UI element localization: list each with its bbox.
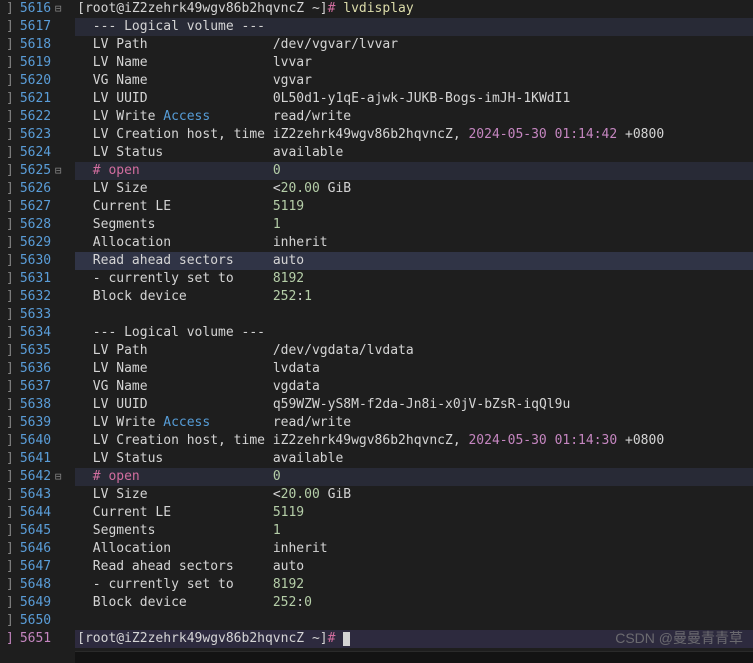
- terminal-line: LV Path /dev/vgdata/lvdata: [75, 342, 753, 360]
- terminal-line: LV Path /dev/vgvar/lvvar: [75, 36, 753, 54]
- line-number[interactable]: ] 5636: [0, 360, 71, 378]
- terminal-line: VG Name vgvar: [75, 72, 753, 90]
- line-number[interactable]: ] 5640: [0, 432, 71, 450]
- line-number[interactable]: ] 5631: [0, 270, 71, 288]
- terminal-line: Allocation inherit: [75, 234, 753, 252]
- line-number[interactable]: ] 5618: [0, 36, 71, 54]
- line-number[interactable]: ] 5630: [0, 252, 71, 270]
- line-number[interactable]: ] 5632: [0, 288, 71, 306]
- line-number[interactable]: ] 5639: [0, 414, 71, 432]
- terminal-line: LV Write Access read/write: [75, 108, 753, 126]
- terminal-line: LV UUID q59WZW-yS8M-f2da-Jn8i-x0jV-bZsR-…: [75, 396, 753, 414]
- line-number[interactable]: ] 5647: [0, 558, 71, 576]
- line-number[interactable]: ] 5628: [0, 216, 71, 234]
- editor-container: ] 5616⊟ ] 5617 ] 5618 ] 5619 ] 5620 ] 56…: [0, 0, 753, 663]
- watermark: CSDN @曼曼青青草: [615, 629, 743, 647]
- code-area[interactable]: [root@iZ2zehrk49wgv86b2hqvncZ ~]# lvdisp…: [75, 0, 753, 663]
- line-number[interactable]: ] 5635: [0, 342, 71, 360]
- line-number[interactable]: ] 5619: [0, 54, 71, 72]
- line-number[interactable]: ] 5646: [0, 540, 71, 558]
- terminal-line: LV UUID 0L50d1-y1qE-ajwk-JUKB-Bogs-imJH-…: [75, 90, 753, 108]
- terminal-line: # open 0: [75, 162, 753, 180]
- terminal-line: VG Name vgdata: [75, 378, 753, 396]
- terminal-line: LV Creation host, time iZ2zehrk49wgv86b2…: [75, 126, 753, 144]
- terminal-line: [75, 612, 753, 630]
- line-number[interactable]: ] 5644: [0, 504, 71, 522]
- line-number-active[interactable]: ] 5651: [0, 630, 71, 648]
- line-number[interactable]: ] 5643: [0, 486, 71, 504]
- line-number[interactable]: ] 5650: [0, 612, 71, 630]
- line-number[interactable]: ] 5649: [0, 594, 71, 612]
- line-number[interactable]: ] 5617: [0, 18, 71, 36]
- terminal-line: Current LE 5119: [75, 198, 753, 216]
- line-gutter: ] 5616⊟ ] 5617 ] 5618 ] 5619 ] 5620 ] 56…: [0, 0, 75, 663]
- terminal-line: Read ahead sectors auto: [75, 558, 753, 576]
- line-number[interactable]: ] 5638: [0, 396, 71, 414]
- line-number[interactable]: ] 5629: [0, 234, 71, 252]
- cursor-icon: [343, 632, 350, 646]
- terminal-line: --- Logical volume ---: [75, 18, 753, 36]
- terminal-line: Segments 1: [75, 522, 753, 540]
- terminal-line: LV Name lvvar: [75, 54, 753, 72]
- line-number[interactable]: ] 5620: [0, 72, 71, 90]
- terminal-line: LV Name lvdata: [75, 360, 753, 378]
- terminal-line: LV Status available: [75, 450, 753, 468]
- line-number[interactable]: ] 5634: [0, 324, 71, 342]
- line-number[interactable]: ] 5626: [0, 180, 71, 198]
- terminal-line: LV Creation host, time iZ2zehrk49wgv86b2…: [75, 432, 753, 450]
- line-number[interactable]: ] 5642⊟: [0, 468, 71, 486]
- terminal-line: Segments 1: [75, 216, 753, 234]
- terminal-line: Block device 252:0: [75, 594, 753, 612]
- line-number[interactable]: ] 5623: [0, 126, 71, 144]
- terminal-line: Read ahead sectors auto: [75, 252, 753, 270]
- terminal-line: # open 0: [75, 468, 753, 486]
- status-bar: [75, 651, 753, 663]
- terminal-line: [75, 306, 753, 324]
- terminal-line: Block device 252:1: [75, 288, 753, 306]
- line-number[interactable]: ] 5622: [0, 108, 71, 126]
- line-number[interactable]: ] 5637: [0, 378, 71, 396]
- terminal-line: [root@iZ2zehrk49wgv86b2hqvncZ ~]# lvdisp…: [75, 0, 753, 18]
- terminal-line: - currently set to 8192: [75, 270, 753, 288]
- line-number[interactable]: ] 5627: [0, 198, 71, 216]
- terminal-line: LV Status available: [75, 144, 753, 162]
- terminal-line: - currently set to 8192: [75, 576, 753, 594]
- terminal-line: LV Size <20.00 GiB: [75, 180, 753, 198]
- line-number[interactable]: ] 5633: [0, 306, 71, 324]
- terminal-line: Allocation inherit: [75, 540, 753, 558]
- line-number[interactable]: ] 5645: [0, 522, 71, 540]
- line-number[interactable]: ] 5616⊟: [0, 0, 71, 18]
- terminal-line: LV Write Access read/write: [75, 414, 753, 432]
- line-number[interactable]: ] 5624: [0, 144, 71, 162]
- terminal-line: Current LE 5119: [75, 504, 753, 522]
- line-number[interactable]: ] 5625⊟: [0, 162, 71, 180]
- line-number[interactable]: ] 5621: [0, 90, 71, 108]
- terminal-line: LV Size <20.00 GiB: [75, 486, 753, 504]
- terminal-line: --- Logical volume ---: [75, 324, 753, 342]
- line-number[interactable]: ] 5641: [0, 450, 71, 468]
- line-number[interactable]: ] 5648: [0, 576, 71, 594]
